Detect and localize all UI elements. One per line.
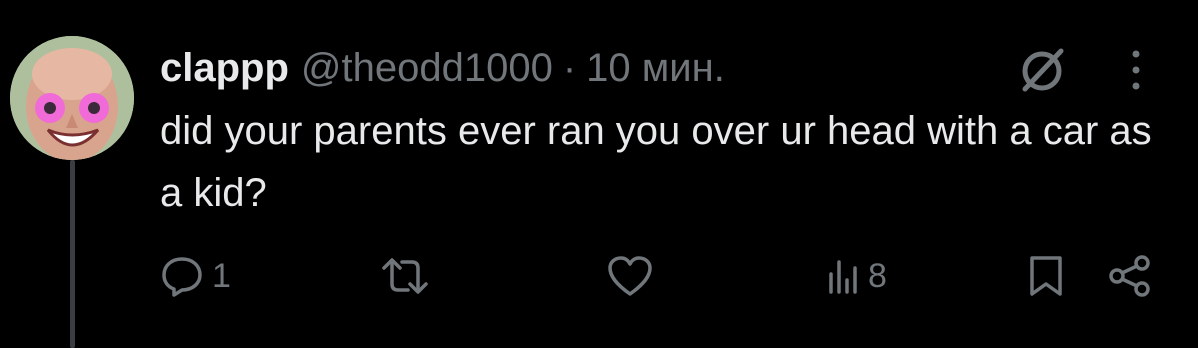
reply-button[interactable]: 1 xyxy=(160,248,231,304)
retweet-arrows-icon xyxy=(382,258,428,294)
tweet-text: did your parents ever ran you over ur he… xyxy=(160,109,1152,215)
avatar[interactable] xyxy=(10,36,134,160)
views-count: 8 xyxy=(868,256,887,295)
more-vertical-icon xyxy=(1132,50,1140,90)
share-nodes-icon xyxy=(1109,255,1150,297)
heart-icon xyxy=(608,256,652,296)
grok-icon xyxy=(1022,48,1064,92)
like-button[interactable] xyxy=(606,248,662,304)
header-separator: · xyxy=(562,46,577,90)
bookmark-button[interactable] xyxy=(1026,248,1066,304)
avatar-face-image xyxy=(10,36,134,160)
more-options-button[interactable] xyxy=(1118,40,1154,100)
post-timestamp[interactable]: 10 мин. xyxy=(586,40,725,96)
views-button[interactable]: 8 xyxy=(826,248,887,304)
reply-bubble-icon xyxy=(162,257,202,297)
grok-button[interactable] xyxy=(1012,40,1072,100)
user-handle[interactable]: @theodd1000 xyxy=(301,40,553,96)
tweet-header: clappp @theodd1000 · 10 мин. xyxy=(160,40,725,96)
reply-count: 1 xyxy=(212,256,231,295)
thread-connector-line xyxy=(70,160,75,348)
bookmark-icon xyxy=(1030,256,1062,296)
display-name[interactable]: clappp xyxy=(160,40,289,96)
views-bars-icon xyxy=(829,260,857,294)
tweet[interactable]: clappp @theodd1000 · 10 мин. did your pa… xyxy=(0,0,1198,348)
share-button[interactable] xyxy=(1108,248,1152,304)
retweet-button[interactable] xyxy=(380,248,438,304)
